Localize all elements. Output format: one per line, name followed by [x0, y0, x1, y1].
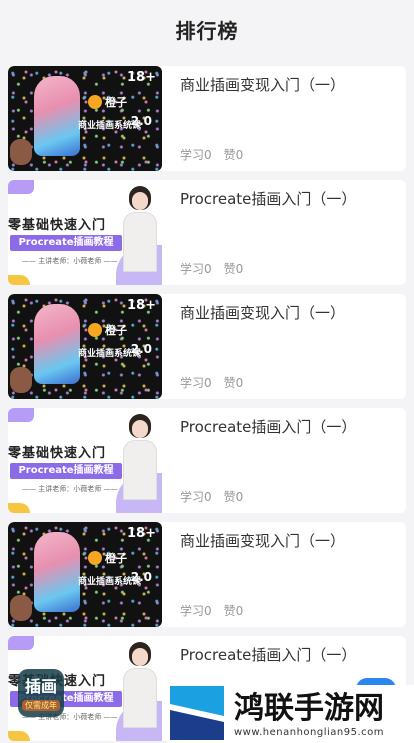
teacher-photo	[122, 642, 158, 741]
thumbnail-headline: 零基础快速入门	[8, 218, 107, 233]
course-info: 商业插画变现入门（一） 学习0 赞0	[162, 522, 406, 627]
age-rating: 18+	[127, 298, 156, 313]
course-thumbnail: 零基础快速入门 Procreate插画教程 —— 主讲老师：小薇老师 ——	[8, 408, 162, 513]
age-rating: 18+	[127, 70, 156, 85]
site-watermark: 鸿联手游网 www.henanhonglian95.com	[168, 685, 414, 743]
study-count: 学习0	[180, 262, 212, 276]
brand-name: 橙子	[105, 552, 127, 565]
study-count: 学习0	[180, 376, 212, 390]
orange-icon	[88, 551, 102, 565]
orange-icon	[88, 95, 102, 109]
course-stats: 学习0 赞0	[180, 602, 243, 619]
brand-logo: 橙子	[88, 550, 127, 566]
thumbnail-headline: 零基础快速入门	[8, 446, 107, 461]
watermark-url: www.henanhonglian95.com	[234, 726, 385, 738]
thumbnail-banner: Procreate插画教程	[10, 235, 122, 251]
course-stats: 学习0 赞0	[180, 488, 243, 505]
character-illustration	[34, 304, 80, 384]
brand-name: 橙子	[105, 96, 127, 109]
teacher-photo	[122, 414, 158, 513]
study-count: 学习0	[180, 604, 212, 618]
watermark-name: 鸿联手游网	[234, 690, 384, 726]
mascot-avatar	[10, 139, 32, 165]
course-card[interactable]: 18+ 橙子 商业插画系统课 2.0 商业插画变现入门（一） 学习0 赞0	[8, 66, 406, 171]
ranking-page: 排行榜 18+ 橙子 商业插画系统课 2.0 商业插画变现入门（一） 学习0 赞…	[0, 0, 414, 743]
course-card[interactable]: 18+ 橙子 商业插画系统课 2.0 商业插画变现入门（一） 学习0 赞0	[8, 522, 406, 627]
course-info: Procreate插画入门（一） 学习0 赞0	[162, 180, 406, 285]
course-info: 商业插画变现入门（一） 学习0 赞0	[162, 294, 406, 399]
course-title: 商业插画变现入门（一）	[180, 304, 346, 322]
like-count: 赞0	[223, 376, 244, 390]
like-count: 赞0	[223, 490, 244, 504]
course-title: 商业插画变现入门（一）	[180, 532, 346, 550]
thumbnail-teacher: —— 主讲老师：小薇老师 ——	[22, 485, 118, 493]
mascot-avatar	[10, 367, 32, 393]
character-illustration	[34, 76, 80, 156]
thumbnail-version: 2.0	[130, 570, 152, 584]
orange-icon	[88, 323, 102, 337]
thumbnail-banner: Procreate插画教程	[10, 463, 122, 479]
course-thumbnail: 18+ 橙子 商业插画系统课 2.0	[8, 294, 162, 399]
mascot-avatar	[10, 595, 32, 621]
age-rating: 18+	[127, 526, 156, 541]
like-count: 赞0	[223, 262, 244, 276]
like-count: 赞0	[223, 148, 244, 162]
course-card[interactable]: 零基础快速入门 Procreate插画教程 —— 主讲老师：小薇老师 —— Pr…	[8, 408, 406, 513]
page-header: 排行榜	[0, 0, 414, 58]
thumbnail-version: 2.0	[130, 342, 152, 356]
study-count: 学习0	[180, 148, 212, 162]
course-stats: 学习0 赞0	[180, 146, 243, 163]
thumbnail-version: 2.0	[130, 114, 152, 128]
course-card[interactable]: 零基础快速入门 Procreate插画教程 —— 主讲老师：小薇老师 —— Pr…	[8, 180, 406, 285]
teacher-photo	[122, 186, 158, 285]
brand-logo: 橙子	[88, 94, 127, 110]
course-info: Procreate插画入门（一） 学习0 赞0	[162, 408, 406, 513]
brand-name: 橙子	[105, 324, 127, 337]
course-stats: 学习0 赞0	[180, 374, 243, 391]
course-thumbnail: 零基础快速入门 Procreate插画教程 —— 主讲老师：小薇老师 ——	[8, 180, 162, 285]
course-title: Procreate插画入门（一）	[180, 190, 357, 208]
floating-illustration-badge[interactable]: 插画 仅需成年	[18, 669, 64, 717]
course-card[interactable]: 18+ 橙子 商业插画系统课 2.0 商业插画变现入门（一） 学习0 赞0	[8, 294, 406, 399]
course-title: 商业插画变现入门（一）	[180, 76, 346, 94]
like-count: 赞0	[223, 604, 244, 618]
course-title: Procreate插画入门（一）	[180, 646, 357, 664]
badge-title: 插画	[24, 677, 57, 696]
watermark-logo-icon	[170, 686, 226, 742]
badge-tag: 仅需成年	[22, 700, 60, 711]
thumbnail-teacher: —— 主讲老师：小薇老师 ——	[22, 257, 118, 265]
study-count: 学习0	[180, 490, 212, 504]
course-stats: 学习0 赞0	[180, 260, 243, 277]
course-info: 商业插画变现入门（一） 学习0 赞0	[162, 66, 406, 171]
course-thumbnail: 18+ 橙子 商业插画系统课 2.0	[8, 66, 162, 171]
course-thumbnail: 18+ 橙子 商业插画系统课 2.0	[8, 522, 162, 627]
page-title: 排行榜	[175, 18, 239, 43]
brand-logo: 橙子	[88, 322, 127, 338]
course-list: 18+ 橙子 商业插画系统课 2.0 商业插画变现入门（一） 学习0 赞0 零基…	[0, 58, 414, 741]
character-illustration	[34, 532, 80, 612]
course-title: Procreate插画入门（一）	[180, 418, 357, 436]
